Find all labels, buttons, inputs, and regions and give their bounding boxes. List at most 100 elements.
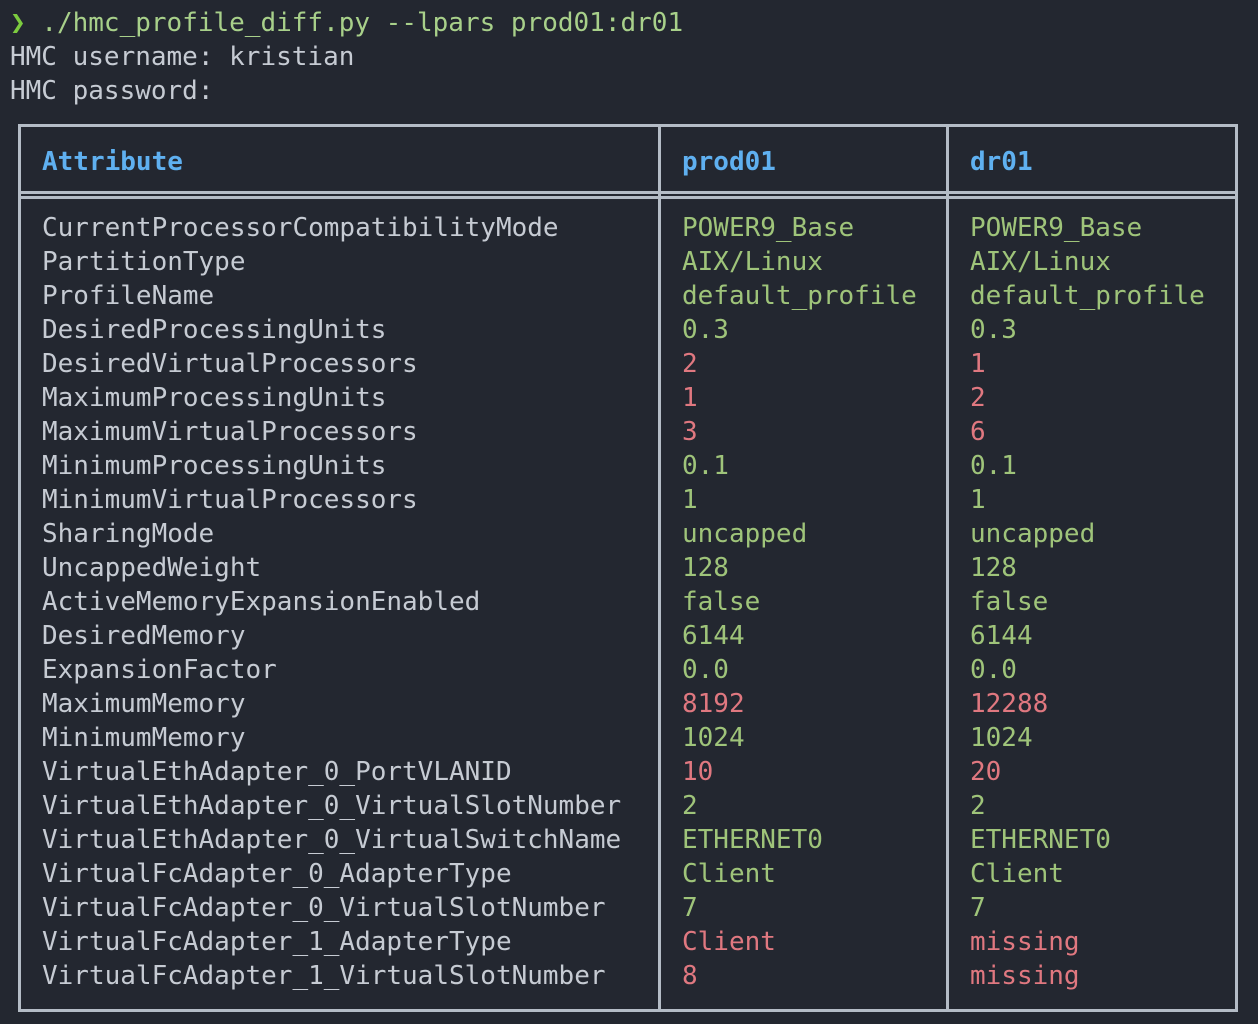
attribute-cell: VirtualFcAdapter_1_AdapterType bbox=[42, 927, 512, 957]
command-text: ./hmc_profile_diff.py --lpars prod01:dr0… bbox=[41, 8, 684, 38]
header-attribute: Attribute bbox=[42, 147, 183, 177]
lpar-a-value-cell: 1024 bbox=[682, 723, 745, 753]
lpar-b-value-cell: 1024 bbox=[970, 723, 1033, 753]
command-line: ❯ ./hmc_profile_diff.py --lpars prod01:d… bbox=[10, 6, 683, 40]
attribute-cell: MaximumMemory bbox=[42, 689, 246, 719]
table-row: CurrentProcessorCompatibilityMode POWER9_… bbox=[21, 211, 1235, 245]
lpar-a-value-cell: 0.0 bbox=[682, 655, 729, 685]
lpar-a-value-cell: default_profile bbox=[682, 281, 917, 311]
table-row: VirtualFcAdapter_1_AdapterType Client miss… bbox=[21, 925, 1235, 959]
lpar-a-value-cell: 1 bbox=[682, 485, 698, 515]
lpar-b-value-cell: 128 bbox=[970, 553, 1017, 583]
lpar-b-value-cell: Client bbox=[970, 859, 1064, 889]
lpar-b-value-cell: 20 bbox=[970, 757, 1002, 787]
table-row: VirtualFcAdapter_0_VirtualSlotNumber 7 7 bbox=[21, 891, 1235, 925]
lpar-a-value-cell: 8192 bbox=[682, 689, 745, 719]
lpar-b-value-cell: 0.1 bbox=[970, 451, 1017, 481]
lpar-a-value-cell: 0.3 bbox=[682, 315, 729, 345]
table-row: DesiredVirtualProcessors 2 1 bbox=[21, 347, 1235, 381]
lpar-b-value-cell: 0.3 bbox=[970, 315, 1017, 345]
table-row: MaximumProcessingUnits 1 2 bbox=[21, 381, 1235, 415]
table-row: ActiveMemoryExpansionEnabled false false bbox=[21, 585, 1235, 619]
header-lpar-a: prod01 bbox=[682, 147, 776, 177]
lpar-b-value-cell: AIX/Linux bbox=[970, 247, 1111, 277]
attribute-cell: ActiveMemoryExpansionEnabled bbox=[42, 587, 481, 617]
lpar-a-value-cell: 128 bbox=[682, 553, 729, 583]
table-row: ProfileName default_profile default_profil… bbox=[21, 279, 1235, 313]
attribute-cell: VirtualFcAdapter_0_VirtualSlotNumber bbox=[42, 893, 606, 923]
table-row: MaximumVirtualProcessors 3 6 bbox=[21, 415, 1235, 449]
lpar-a-value-cell: 1 bbox=[682, 383, 698, 413]
password-line: HMC password: bbox=[10, 76, 214, 106]
lpar-b-value-cell: missing bbox=[970, 927, 1080, 957]
lpar-b-value-cell: 7 bbox=[970, 893, 986, 923]
lpar-b-value-cell: 0.0 bbox=[970, 655, 1017, 685]
table-row: VirtualEthAdapter_0_VirtualSwitchName ETH… bbox=[21, 823, 1235, 857]
attribute-cell: MinimumProcessingUnits bbox=[42, 451, 387, 481]
lpar-b-value-cell: 6 bbox=[970, 417, 986, 447]
attribute-cell: MaximumVirtualProcessors bbox=[42, 417, 418, 447]
attribute-cell: MinimumMemory bbox=[42, 723, 246, 753]
header-separator bbox=[21, 191, 1235, 194]
lpar-a-value-cell: 2 bbox=[682, 791, 698, 821]
attribute-cell: VirtualEthAdapter_0_VirtualSwitchName bbox=[42, 825, 622, 855]
attribute-cell: PartitionType bbox=[42, 247, 246, 277]
attribute-cell: DesiredMemory bbox=[42, 621, 246, 651]
lpar-a-value-cell: 6144 bbox=[682, 621, 745, 651]
header-lpar-b: dr01 bbox=[970, 147, 1033, 177]
attribute-cell: SharingMode bbox=[42, 519, 215, 549]
attribute-cell: CurrentProcessorCompatibilityMode bbox=[42, 213, 559, 243]
attribute-cell: DesiredProcessingUnits bbox=[42, 315, 387, 345]
table-row: ExpansionFactor 0.0 0.0 bbox=[21, 653, 1235, 687]
lpar-b-value-cell: POWER9_Base bbox=[970, 213, 1143, 243]
attribute-cell: MaximumProcessingUnits bbox=[42, 383, 387, 413]
lpar-a-value-cell: uncapped bbox=[682, 519, 808, 549]
table-row: SharingMode uncapped uncapped bbox=[21, 517, 1235, 551]
lpar-b-value-cell: 12288 bbox=[970, 689, 1049, 719]
username-line: HMC username: kristian bbox=[10, 42, 355, 72]
attribute-cell: VirtualEthAdapter_0_PortVLANID bbox=[42, 757, 512, 787]
lpar-b-value-cell: ETHERNET0 bbox=[970, 825, 1111, 855]
table-row: MaximumMemory 8192 12288 bbox=[21, 687, 1235, 721]
attribute-cell: DesiredVirtualProcessors bbox=[42, 349, 418, 379]
lpar-b-value-cell: 2 bbox=[970, 383, 986, 413]
header-separator-double bbox=[21, 196, 1235, 199]
lpar-a-value-cell: 7 bbox=[682, 893, 698, 923]
lpar-a-value-cell: 3 bbox=[682, 417, 698, 447]
table-row: VirtualFcAdapter_1_VirtualSlotNumber 8 mis… bbox=[21, 959, 1235, 993]
lpar-b-value-cell: uncapped bbox=[970, 519, 1096, 549]
lpar-a-value-cell: AIX/Linux bbox=[682, 247, 823, 277]
lpar-a-value-cell: ETHERNET0 bbox=[682, 825, 823, 855]
table-row: VirtualFcAdapter_0_AdapterType Client Clie… bbox=[21, 857, 1235, 891]
table-row: PartitionType AIX/Linux AIX/Linux bbox=[21, 245, 1235, 279]
attribute-cell: UncappedWeight bbox=[42, 553, 262, 583]
lpar-b-value-cell: 1 bbox=[970, 485, 986, 515]
terminal-window: ❯ ./hmc_profile_diff.py --lpars prod01:d… bbox=[0, 0, 1258, 1024]
lpar-b-value-cell: 6144 bbox=[970, 621, 1033, 651]
lpar-b-value-cell: 1 bbox=[970, 349, 986, 379]
lpar-b-value-cell: 2 bbox=[970, 791, 986, 821]
lpar-a-value-cell: Client bbox=[682, 859, 776, 889]
attribute-cell: VirtualEthAdapter_0_VirtualSlotNumber bbox=[42, 791, 622, 821]
attribute-cell: VirtualFcAdapter_1_VirtualSlotNumber bbox=[42, 961, 606, 991]
table-row: MinimumProcessingUnits 0.1 0.1 bbox=[21, 449, 1235, 483]
lpar-a-value-cell: Client bbox=[682, 927, 776, 957]
attribute-cell: ProfileName bbox=[42, 281, 215, 311]
table-row: MinimumMemory 1024 1024 bbox=[21, 721, 1235, 755]
attribute-cell: ExpansionFactor bbox=[42, 655, 277, 685]
attribute-cell: VirtualFcAdapter_0_AdapterType bbox=[42, 859, 512, 889]
table-row: MinimumVirtualProcessors 1 1 bbox=[21, 483, 1235, 517]
prompt-symbol: ❯ bbox=[10, 8, 26, 38]
lpar-b-value-cell: false bbox=[970, 587, 1049, 617]
lpar-a-value-cell: false bbox=[682, 587, 761, 617]
lpar-b-value-cell: missing bbox=[970, 961, 1080, 991]
lpar-b-value-cell: default_profile bbox=[970, 281, 1205, 311]
table-row: VirtualEthAdapter_0_PortVLANID 10 20 bbox=[21, 755, 1235, 789]
table-row: VirtualEthAdapter_0_VirtualSlotNumber 2 2 bbox=[21, 789, 1235, 823]
attribute-cell: MinimumVirtualProcessors bbox=[42, 485, 418, 515]
lpar-a-value-cell: 2 bbox=[682, 349, 698, 379]
table-row: DesiredMemory 6144 6144 bbox=[21, 619, 1235, 653]
lpar-a-value-cell: 8 bbox=[682, 961, 698, 991]
lpar-a-value-cell: 10 bbox=[682, 757, 714, 787]
table-row: DesiredProcessingUnits 0.3 0.3 bbox=[21, 313, 1235, 347]
